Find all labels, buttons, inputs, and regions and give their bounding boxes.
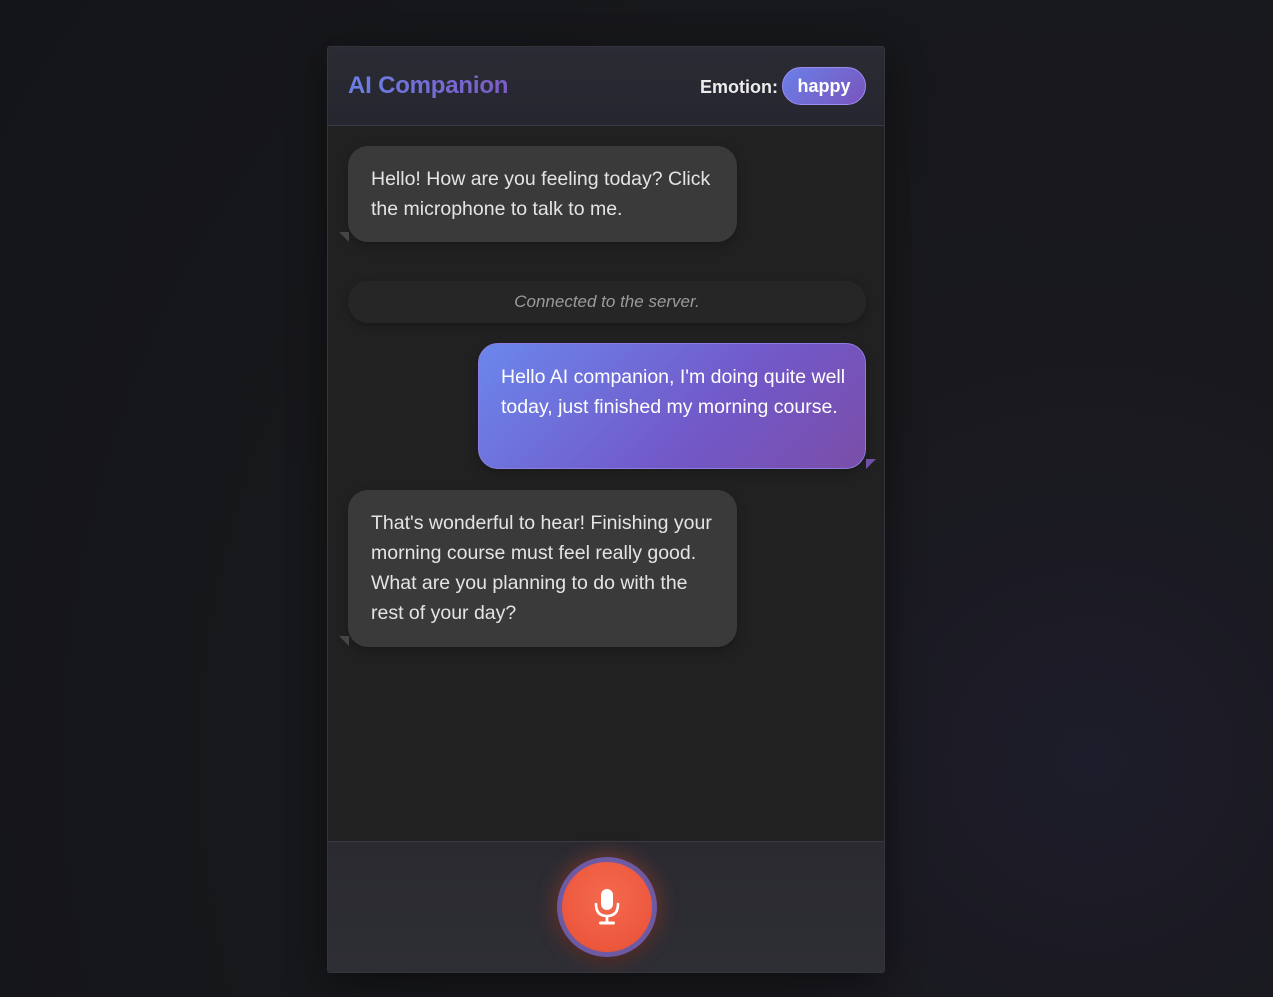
ai-message: Hello! How are you feeling today? Click … [348,146,737,242]
app-title: AI Companion [348,72,509,99]
microphone-icon [594,889,620,925]
message-text: Hello! How are you feeling today? Click … [371,168,711,220]
message-text: Hello AI companion, I'm doing quite well… [501,366,846,418]
ai-message-tail [339,232,349,242]
emotion-label: Emotion: [700,77,778,97]
microphone-button[interactable] [557,857,657,957]
message-list[interactable]: Hello! How are you feeling today? Click … [328,127,884,843]
user-message: Hello AI companion, I'm doing quite well… [478,343,866,469]
chat-header: AI Companion Emotion: happy [328,47,884,126]
emotion-badge: happy [782,67,866,105]
message-text: That's wonderful to hear! Finishing your… [371,512,712,624]
chat-window: AI Companion Emotion: happy Hello! How a… [327,46,885,973]
ai-message: That's wonderful to hear! Finishing your… [348,490,737,647]
ai-message-tail [339,636,349,646]
user-message-tail [866,459,876,469]
chat-footer [328,841,884,972]
status-message: Connected to the server. [348,281,866,323]
